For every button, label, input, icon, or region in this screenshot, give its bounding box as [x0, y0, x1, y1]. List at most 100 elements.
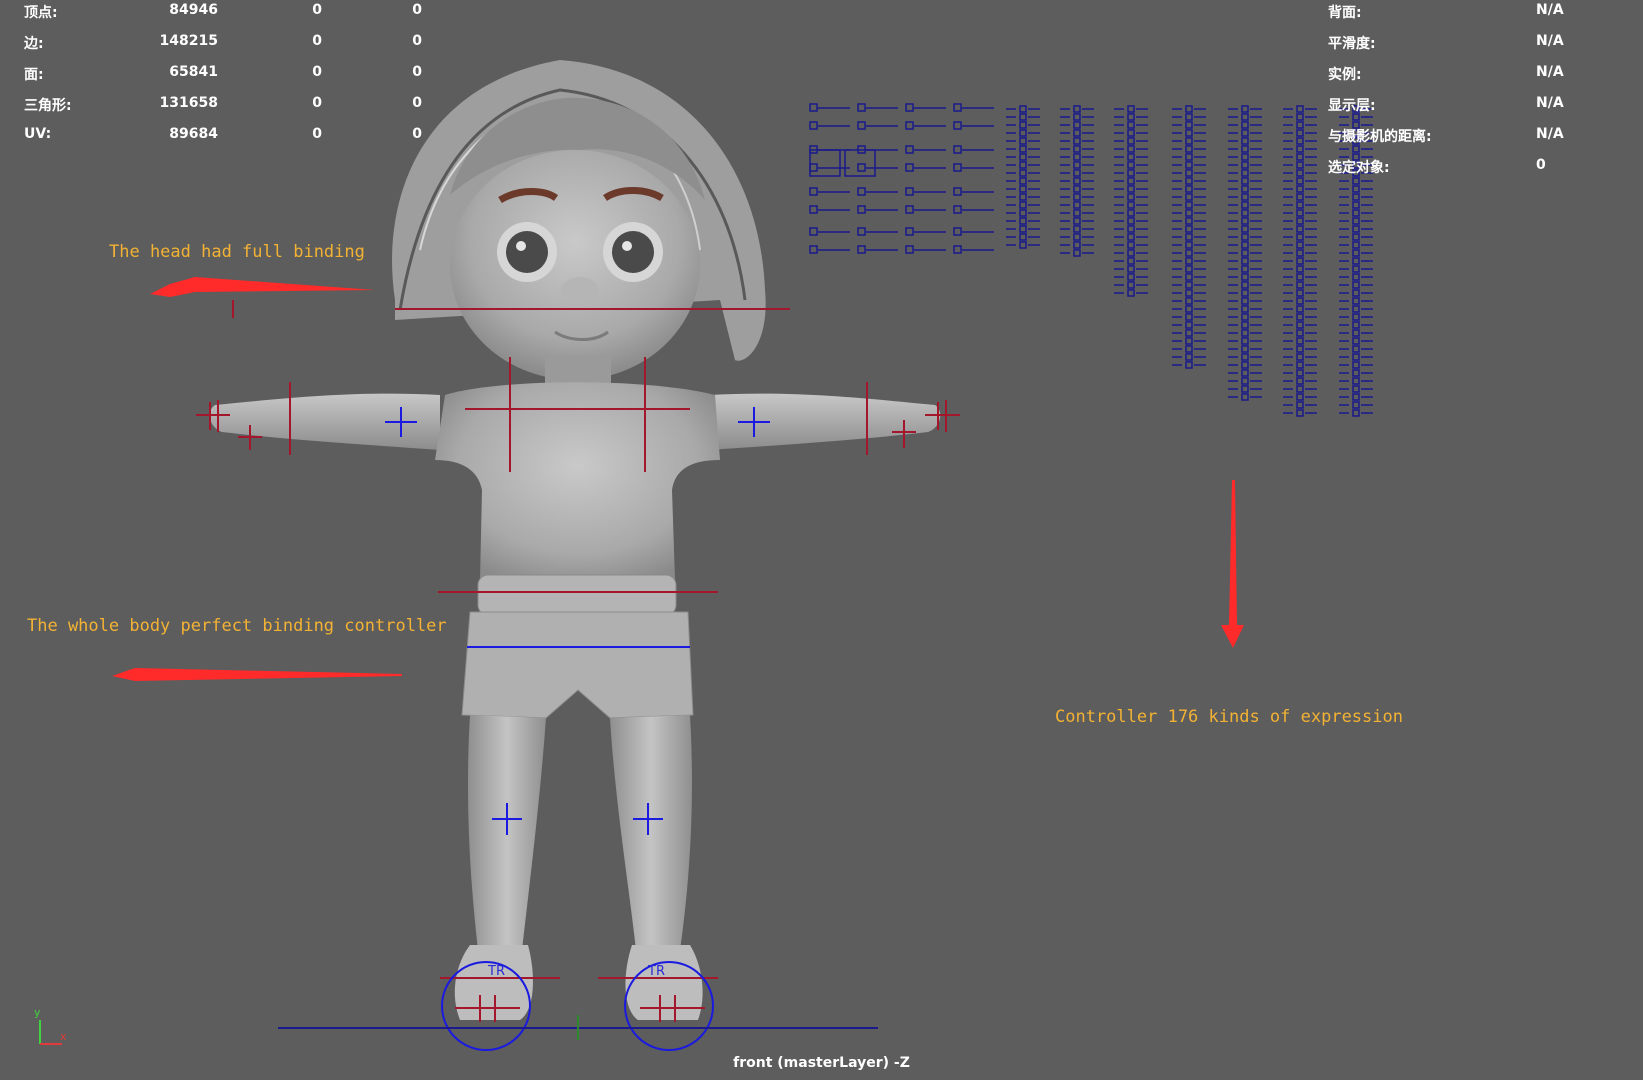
- character-model[interactable]: [209, 60, 941, 1020]
- expression-control-box[interactable]: [1073, 137, 1081, 145]
- expression-control-box[interactable]: [1296, 177, 1304, 185]
- expression-control-box[interactable]: [1185, 161, 1193, 169]
- expression-control-box[interactable]: [1073, 241, 1081, 249]
- expression-control-box[interactable]: [1296, 193, 1304, 201]
- expression-control-box[interactable]: [1127, 153, 1135, 161]
- expression-control-box[interactable]: [1241, 385, 1249, 393]
- expression-control-box[interactable]: [1241, 313, 1249, 321]
- expression-control-box[interactable]: [1241, 369, 1249, 377]
- expression-control-box[interactable]: [1296, 409, 1304, 417]
- expression-control-box[interactable]: [1241, 337, 1249, 345]
- expression-control-box[interactable]: [1185, 233, 1193, 241]
- expression-control-box[interactable]: [844, 149, 876, 177]
- expression-control-box[interactable]: [857, 227, 866, 236]
- expression-control-box[interactable]: [1241, 273, 1249, 281]
- expression-control-box[interactable]: [1127, 241, 1135, 249]
- expression-control-box[interactable]: [1296, 185, 1304, 193]
- expression-control-box[interactable]: [1073, 113, 1081, 121]
- expression-control-box[interactable]: [1185, 241, 1193, 249]
- expression-control-box[interactable]: [1296, 353, 1304, 361]
- expression-control-box[interactable]: [1352, 265, 1360, 273]
- expression-control-box[interactable]: [1185, 249, 1193, 257]
- expression-control-box[interactable]: [1352, 297, 1360, 305]
- expression-control-box[interactable]: [1352, 393, 1360, 401]
- expression-control-box[interactable]: [1296, 209, 1304, 217]
- expression-control-box[interactable]: [1241, 153, 1249, 161]
- expression-control-box[interactable]: [1073, 177, 1081, 185]
- expression-control-box[interactable]: [1296, 337, 1304, 345]
- expression-control-box[interactable]: [1296, 305, 1304, 313]
- expression-control-box[interactable]: [1352, 377, 1360, 385]
- expression-control-box[interactable]: [1241, 201, 1249, 209]
- expression-control-box[interactable]: [1073, 153, 1081, 161]
- expression-control-box[interactable]: [953, 121, 962, 130]
- expression-control-box[interactable]: [1296, 153, 1304, 161]
- expression-control-box[interactable]: [1241, 289, 1249, 297]
- expression-control-box[interactable]: [1127, 209, 1135, 217]
- expression-control-box[interactable]: [1019, 193, 1027, 201]
- expression-control-box[interactable]: [1073, 161, 1081, 169]
- expression-control-box[interactable]: [1296, 377, 1304, 385]
- expression-control-box[interactable]: [1019, 137, 1027, 145]
- expression-control-box[interactable]: [1127, 137, 1135, 145]
- expression-control-box[interactable]: [1127, 201, 1135, 209]
- expression-control-box[interactable]: [1352, 257, 1360, 265]
- expression-control-box[interactable]: [1241, 209, 1249, 217]
- expression-control-box[interactable]: [857, 187, 866, 196]
- expression-control-box[interactable]: [1352, 361, 1360, 369]
- expression-control-box[interactable]: [809, 245, 818, 254]
- expression-control-box[interactable]: [1019, 209, 1027, 217]
- expression-control-box[interactable]: [1019, 233, 1027, 241]
- expression-control-box[interactable]: [1127, 105, 1135, 113]
- expression-control-box[interactable]: [1073, 169, 1081, 177]
- expression-control-box[interactable]: [1073, 193, 1081, 201]
- expression-control-box[interactable]: [1296, 329, 1304, 337]
- expression-control-box[interactable]: [1019, 169, 1027, 177]
- expression-control-box[interactable]: [1352, 289, 1360, 297]
- expression-control-box[interactable]: [1352, 385, 1360, 393]
- expression-control-box[interactable]: [857, 121, 866, 130]
- expression-control-box[interactable]: [1296, 321, 1304, 329]
- expression-control-box[interactable]: [1241, 297, 1249, 305]
- expression-control-box[interactable]: [1185, 153, 1193, 161]
- expression-control-box[interactable]: [1019, 225, 1027, 233]
- expression-control-box[interactable]: [1296, 105, 1304, 113]
- expression-control-box[interactable]: [1185, 337, 1193, 345]
- expression-control-box[interactable]: [1127, 121, 1135, 129]
- expression-control-box[interactable]: [1352, 329, 1360, 337]
- expression-control-box[interactable]: [1185, 265, 1193, 273]
- expression-control-box[interactable]: [1296, 345, 1304, 353]
- expression-control-box[interactable]: [1127, 225, 1135, 233]
- expression-control-box[interactable]: [1185, 321, 1193, 329]
- expression-control-box[interactable]: [1185, 185, 1193, 193]
- expression-control-box[interactable]: [1352, 369, 1360, 377]
- expression-control-box[interactable]: [1241, 281, 1249, 289]
- expression-control-box[interactable]: [1241, 241, 1249, 249]
- expression-control-box[interactable]: [1241, 225, 1249, 233]
- expression-control-box[interactable]: [1019, 153, 1027, 161]
- expression-control-box[interactable]: [1185, 121, 1193, 129]
- expression-control-box[interactable]: [953, 163, 962, 172]
- expression-control-box[interactable]: [1241, 121, 1249, 129]
- expression-control-box[interactable]: [1185, 209, 1193, 217]
- expression-control-box[interactable]: [1241, 177, 1249, 185]
- expression-control-box[interactable]: [1241, 329, 1249, 337]
- expression-control-box[interactable]: [1073, 209, 1081, 217]
- expression-control-box[interactable]: [1185, 345, 1193, 353]
- expression-control-box[interactable]: [1185, 289, 1193, 297]
- expression-control-box[interactable]: [809, 103, 818, 112]
- expression-control-box[interactable]: [1073, 233, 1081, 241]
- expression-control-box[interactable]: [1185, 257, 1193, 265]
- expression-control-box[interactable]: [1296, 225, 1304, 233]
- expression-control-box[interactable]: [1185, 113, 1193, 121]
- expression-control-box[interactable]: [1296, 113, 1304, 121]
- expression-control-box[interactable]: [1296, 393, 1304, 401]
- expression-control-box[interactable]: [1073, 129, 1081, 137]
- expression-control-box[interactable]: [1296, 257, 1304, 265]
- expression-control-box[interactable]: [1352, 233, 1360, 241]
- expression-control-box[interactable]: [1241, 113, 1249, 121]
- expression-control-box[interactable]: [1019, 161, 1027, 169]
- expression-control-box[interactable]: [857, 103, 866, 112]
- expression-control-box[interactable]: [1073, 145, 1081, 153]
- expression-control-box[interactable]: [1127, 145, 1135, 153]
